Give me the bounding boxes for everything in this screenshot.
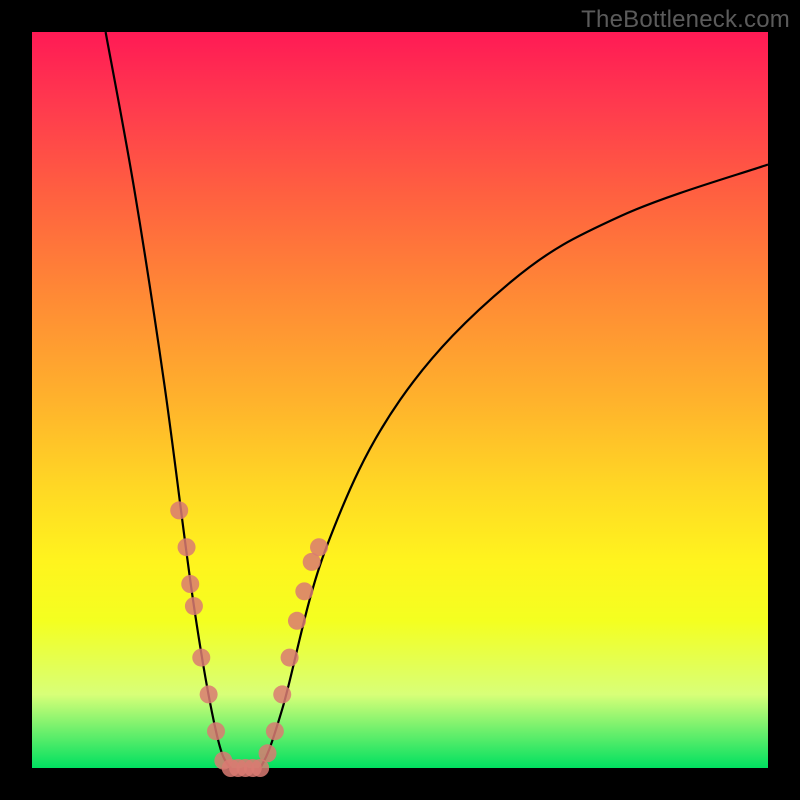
sample-marker [266, 722, 284, 740]
sample-marker [295, 582, 313, 600]
sample-marker [207, 722, 225, 740]
sample-marker [185, 597, 203, 615]
watermark-text: TheBottleneck.com [581, 6, 790, 34]
sample-marker [178, 538, 196, 556]
sample-marker [181, 575, 199, 593]
sample-marker [259, 744, 277, 762]
curve-svg [32, 32, 768, 768]
sample-marker [281, 649, 299, 667]
sample-marker [170, 501, 188, 519]
sample-marker [288, 612, 306, 630]
sample-marker [310, 538, 328, 556]
sample-markers [170, 501, 328, 777]
sample-marker [192, 649, 210, 667]
sample-marker [200, 685, 218, 703]
chart-frame: TheBottleneck.com [0, 0, 800, 800]
plot-area [32, 32, 768, 768]
sample-marker [273, 685, 291, 703]
